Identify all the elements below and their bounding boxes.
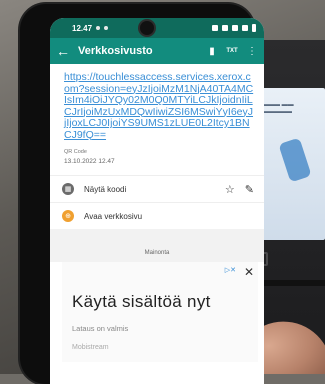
printer-display-text: ▬▬▬ ▬▬ ▬▬▬▬▬ <box>262 102 294 115</box>
status-time: 12.47 <box>72 23 93 33</box>
close-icon[interactable]: ✕ <box>244 265 254 279</box>
qr-icon: ▦ <box>62 183 74 195</box>
wifi-icon <box>232 25 238 31</box>
txt-export-icon[interactable]: TXT <box>226 48 238 54</box>
ad-section-label: Mainonta <box>50 245 264 262</box>
phone-device: 12.47 ← Verkkosivusto ▮ TXT ⋮ https://to… <box>20 4 264 384</box>
notification-icon <box>96 26 101 30</box>
ad-subline: Lataus on valmis <box>72 324 129 333</box>
ad-headline: Käytä sisältöä nyt <box>72 292 211 311</box>
code-type-label: QR Code <box>64 149 87 155</box>
globe-icon: ⊕ <box>62 210 74 222</box>
scan-result: https://touchlessaccess.services.xerox.c… <box>50 64 264 165</box>
section-gap <box>50 229 264 245</box>
location-icon <box>222 25 228 31</box>
page-title: Verkkosivusto <box>78 45 153 57</box>
more-options-icon[interactable]: ⋮ <box>246 46 258 57</box>
show-code-row[interactable]: ▦ Näytä koodi ☆ ✎ <box>50 175 264 202</box>
status-icons <box>212 24 256 32</box>
battery-icon <box>252 24 256 32</box>
app-bar: ← Verkkosivusto ▮ TXT ⋮ <box>50 38 264 64</box>
delete-icon[interactable]: ▮ <box>206 46 218 57</box>
back-arrow-icon[interactable]: ← <box>56 43 70 59</box>
edit-icon[interactable]: ✎ <box>245 183 254 196</box>
open-website-row[interactable]: ⊕ Avaa verkkosivu <box>50 202 264 229</box>
status-bar: 12.47 <box>50 18 264 38</box>
adchoices-icon[interactable]: ▷✕ <box>225 266 236 274</box>
ad-brand: Mobistream <box>72 344 109 351</box>
front-camera <box>140 21 154 35</box>
phone-screen: 12.47 ← Verkkosivusto ▮ TXT ⋮ https://to… <box>50 18 264 384</box>
show-code-label: Näytä koodi <box>84 184 127 194</box>
vibrate-icon <box>212 25 218 31</box>
ad-banner[interactable]: ▷✕ ✕ Käytä sisältöä nyt Lataus on valmis… <box>62 262 258 362</box>
star-icon[interactable]: ☆ <box>225 183 235 196</box>
scan-date: 13.10.2022 12.47 <box>64 158 115 165</box>
scanned-url-link[interactable]: https://touchlessaccess.services.xerox.c… <box>64 71 254 141</box>
open-website-label: Avaa verkkosivu <box>84 211 143 221</box>
signal-icon <box>242 25 248 31</box>
notification-icon <box>104 26 109 30</box>
